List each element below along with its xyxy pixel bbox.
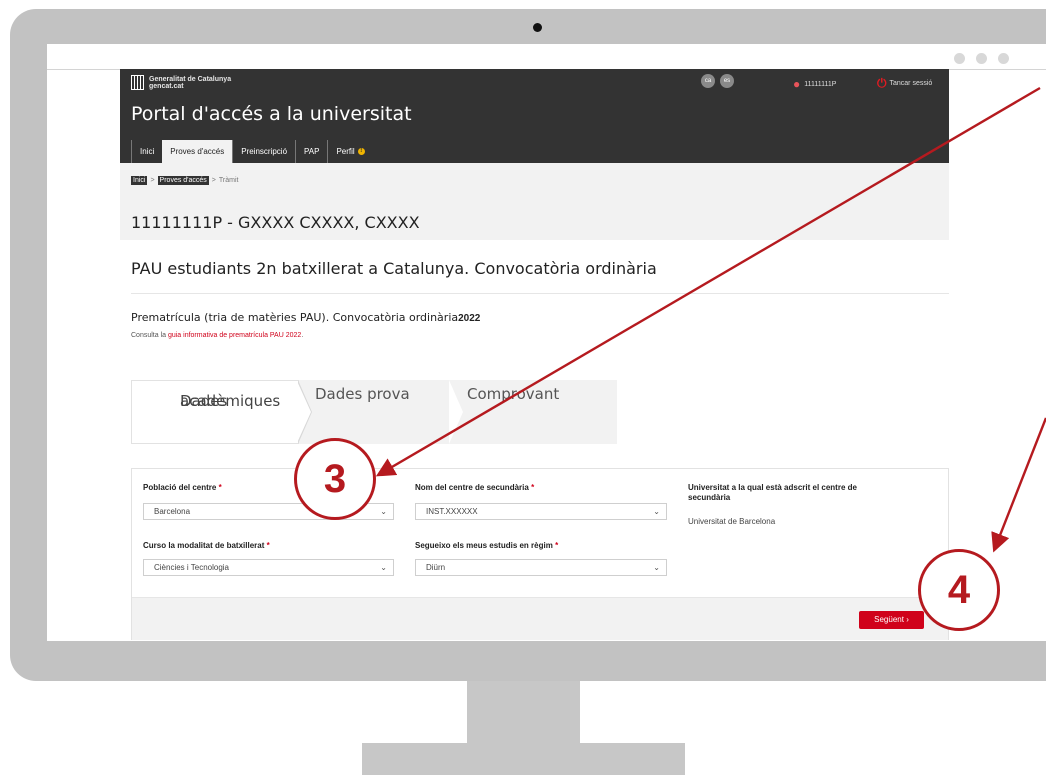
select-value: Barcelona [154, 507, 191, 516]
exam-title: PAU estudiants 2n batxillerat a Cataluny… [131, 259, 657, 278]
regime-select[interactable]: Diürn ⌄ [415, 559, 667, 576]
breadcrumb: Inici > Proves d'accés > Tràmit [131, 176, 238, 185]
step-label: Comprovant [467, 385, 560, 403]
chevron-right-icon: › [906, 615, 909, 624]
prereg-title: Prematrícula (tria de matèries PAU). Con… [131, 311, 480, 324]
step-arrow [297, 381, 311, 443]
required-mark: * [531, 483, 535, 492]
portal-page: Generalitat de Catalunya gencat.cat ca e… [120, 69, 949, 641]
step-dades-prova: Dades prova [299, 380, 449, 444]
chevron-down-icon: ⌄ [653, 563, 660, 572]
next-button[interactable]: Següent › [859, 611, 924, 629]
tab-label: Perfil [336, 147, 355, 156]
school-label: Nom del centre de secundària * [415, 483, 534, 492]
next-label: Següent [874, 615, 904, 624]
gencat-logo[interactable]: Generalitat de Catalunya gencat.cat [131, 75, 231, 90]
browser-dot-icon [998, 53, 1009, 64]
select-value: Diürn [426, 563, 446, 572]
guide-link-text: guia informativa de prematrícula PAU [167, 332, 284, 339]
annotation-number-3: 3 [294, 438, 376, 520]
select-value: INST.XXXXXX [426, 507, 478, 516]
user-id: 11111111P [804, 80, 837, 88]
guide-line: Consulta la guia informativa de prematrí… [131, 332, 303, 339]
step-dades-academiques: Dades acadèmiques [131, 380, 299, 444]
camera-dot [533, 23, 542, 32]
guide-link[interactable]: guia informativa de prematrícula PAU 202… [168, 332, 301, 339]
warning-icon: ! [357, 148, 365, 155]
label-text: Curso la modalitat de batxillerat [143, 541, 265, 550]
chevron-down-icon: ⌄ [380, 507, 387, 516]
tab-proves-acces[interactable]: Proves d'accés [162, 140, 233, 163]
modality-label: Curso la modalitat de batxillerat * [143, 541, 270, 550]
lang-ca-button[interactable]: ca [701, 74, 715, 88]
breadcrumb-inici[interactable]: Inici [131, 176, 148, 185]
tab-label: Proves d'accés [170, 147, 225, 156]
regime-label: Segueixo els meus estudis en règim * [415, 541, 558, 550]
tab-label: Inici [140, 147, 155, 156]
prereg-year: 2022 [458, 313, 481, 324]
power-icon: ⏻ [877, 76, 887, 90]
student-identity: 11111111P - GXXXX CXXXX, CXXXX [131, 213, 420, 232]
chevron-down-icon: ⌄ [380, 563, 387, 572]
step-label: Dades prova [315, 385, 410, 403]
lang-es-button[interactable]: es [720, 74, 734, 88]
step-arrow [449, 380, 463, 444]
portal-title: Portal d'accés a la universitat [131, 103, 412, 125]
browser-bar [47, 44, 1046, 70]
form-footer [132, 597, 948, 640]
modality-select[interactable]: Ciències i Tecnologia ⌄ [143, 559, 394, 576]
guide-prefix: Consulta la [131, 332, 168, 339]
tab-label: Preinscripció [241, 147, 288, 156]
prereg-title-text: Prematrícula (tria de matèries PAU). Con… [131, 311, 459, 324]
user-icon: ● [793, 77, 801, 91]
monitor-stand-base [362, 743, 685, 775]
breadcrumb-current: Tràmit [218, 177, 239, 184]
select-value: Ciències i Tecnologia [154, 563, 230, 572]
university-label: Universitat a la qual està adscrit el ce… [688, 483, 928, 503]
required-mark: * [218, 483, 222, 492]
divider [131, 293, 949, 294]
chevron-down-icon: ⌄ [653, 507, 660, 516]
browser-dot-icon [954, 53, 965, 64]
university-value: Universitat de Barcelona [688, 517, 776, 526]
breadcrumb-separator: > [150, 177, 155, 184]
city-label: Població del centre * [143, 483, 222, 492]
label-text: secundària [688, 493, 731, 502]
step-label-line2: acadèmiques [180, 392, 281, 410]
step-comprovant: Comprovant [449, 380, 617, 444]
main-nav: Inici Proves d'accés Preinscripció PAP P… [131, 140, 373, 163]
guide-suffix: . [301, 332, 304, 339]
annotation-number-4: 4 [918, 549, 1000, 631]
tab-preinscripcio[interactable]: Preinscripció [232, 140, 295, 163]
browser-dot-icon [976, 53, 987, 64]
logout-label: Tancar sessió [889, 79, 933, 87]
header-bar: Generalitat de Catalunya gencat.cat ca e… [120, 69, 949, 163]
identity-area: Inici > Proves d'accés > Tràmit 11111111… [120, 163, 949, 240]
label-text: Universitat a la qual està adscrit el ce… [688, 483, 857, 492]
guide-link-year: 2022 [285, 332, 302, 339]
monitor-screen: Generalitat de Catalunya gencat.cat ca e… [47, 44, 1046, 641]
academic-form: Població del centre * Barcelona ⌄ Nom del… [131, 468, 949, 640]
label-text: Nom del centre de secundària [415, 483, 529, 492]
tab-inici[interactable]: Inici [131, 140, 162, 163]
gencat-flag-icon [131, 75, 144, 90]
breadcrumb-proves[interactable]: Proves d'accés [157, 176, 209, 185]
breadcrumb-separator: > [211, 177, 216, 184]
gov-name: Generalitat de Catalunya [149, 75, 232, 83]
tab-label: PAP [304, 147, 320, 156]
gov-site: gencat.cat [149, 82, 184, 90]
user-menu[interactable]: ● 11111111P [793, 77, 837, 91]
label-text: Població del centre [143, 483, 217, 492]
school-select[interactable]: INST.XXXXXX ⌄ [415, 503, 667, 520]
monitor-stand-neck [467, 681, 580, 743]
wizard-steps: Dades prova Comprovant Dades acadèmiques [131, 380, 617, 444]
tab-pap[interactable]: PAP [295, 140, 327, 163]
required-mark: * [555, 541, 559, 550]
logout-button[interactable]: ⏻ Tancar sessió [877, 76, 933, 90]
tab-perfil[interactable]: Perfil! [327, 140, 372, 163]
label-text: Segueixo els meus estudis en règim [415, 541, 553, 550]
required-mark: * [266, 541, 270, 550]
